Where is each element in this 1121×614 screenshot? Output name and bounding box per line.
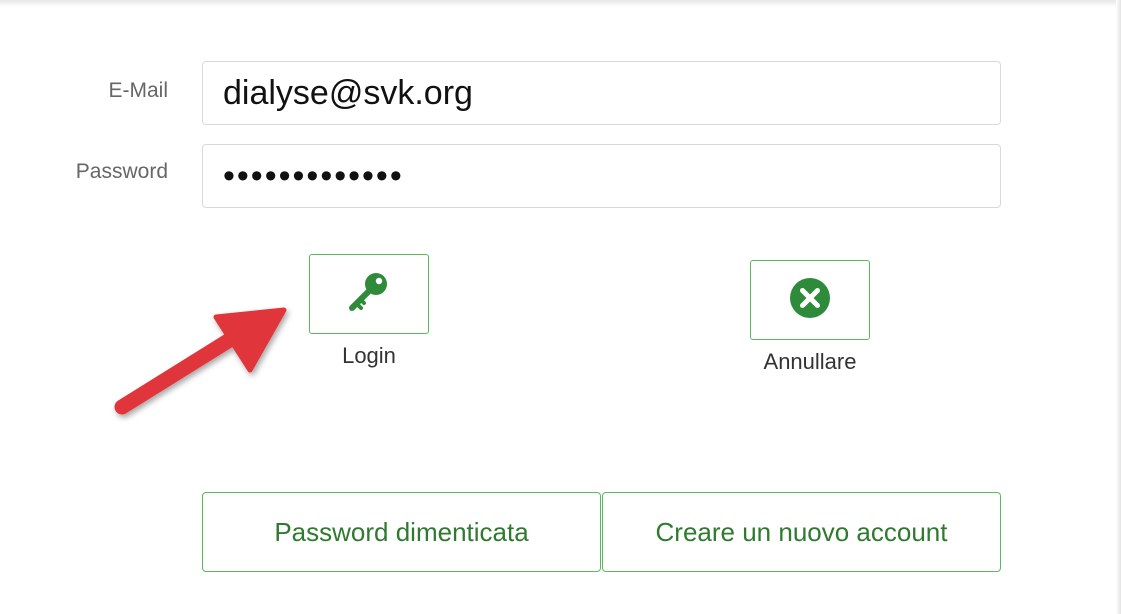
annotation-arrow [114,307,287,415]
login-panel: E-Mail Password Login Annullare Password… [0,0,1121,614]
